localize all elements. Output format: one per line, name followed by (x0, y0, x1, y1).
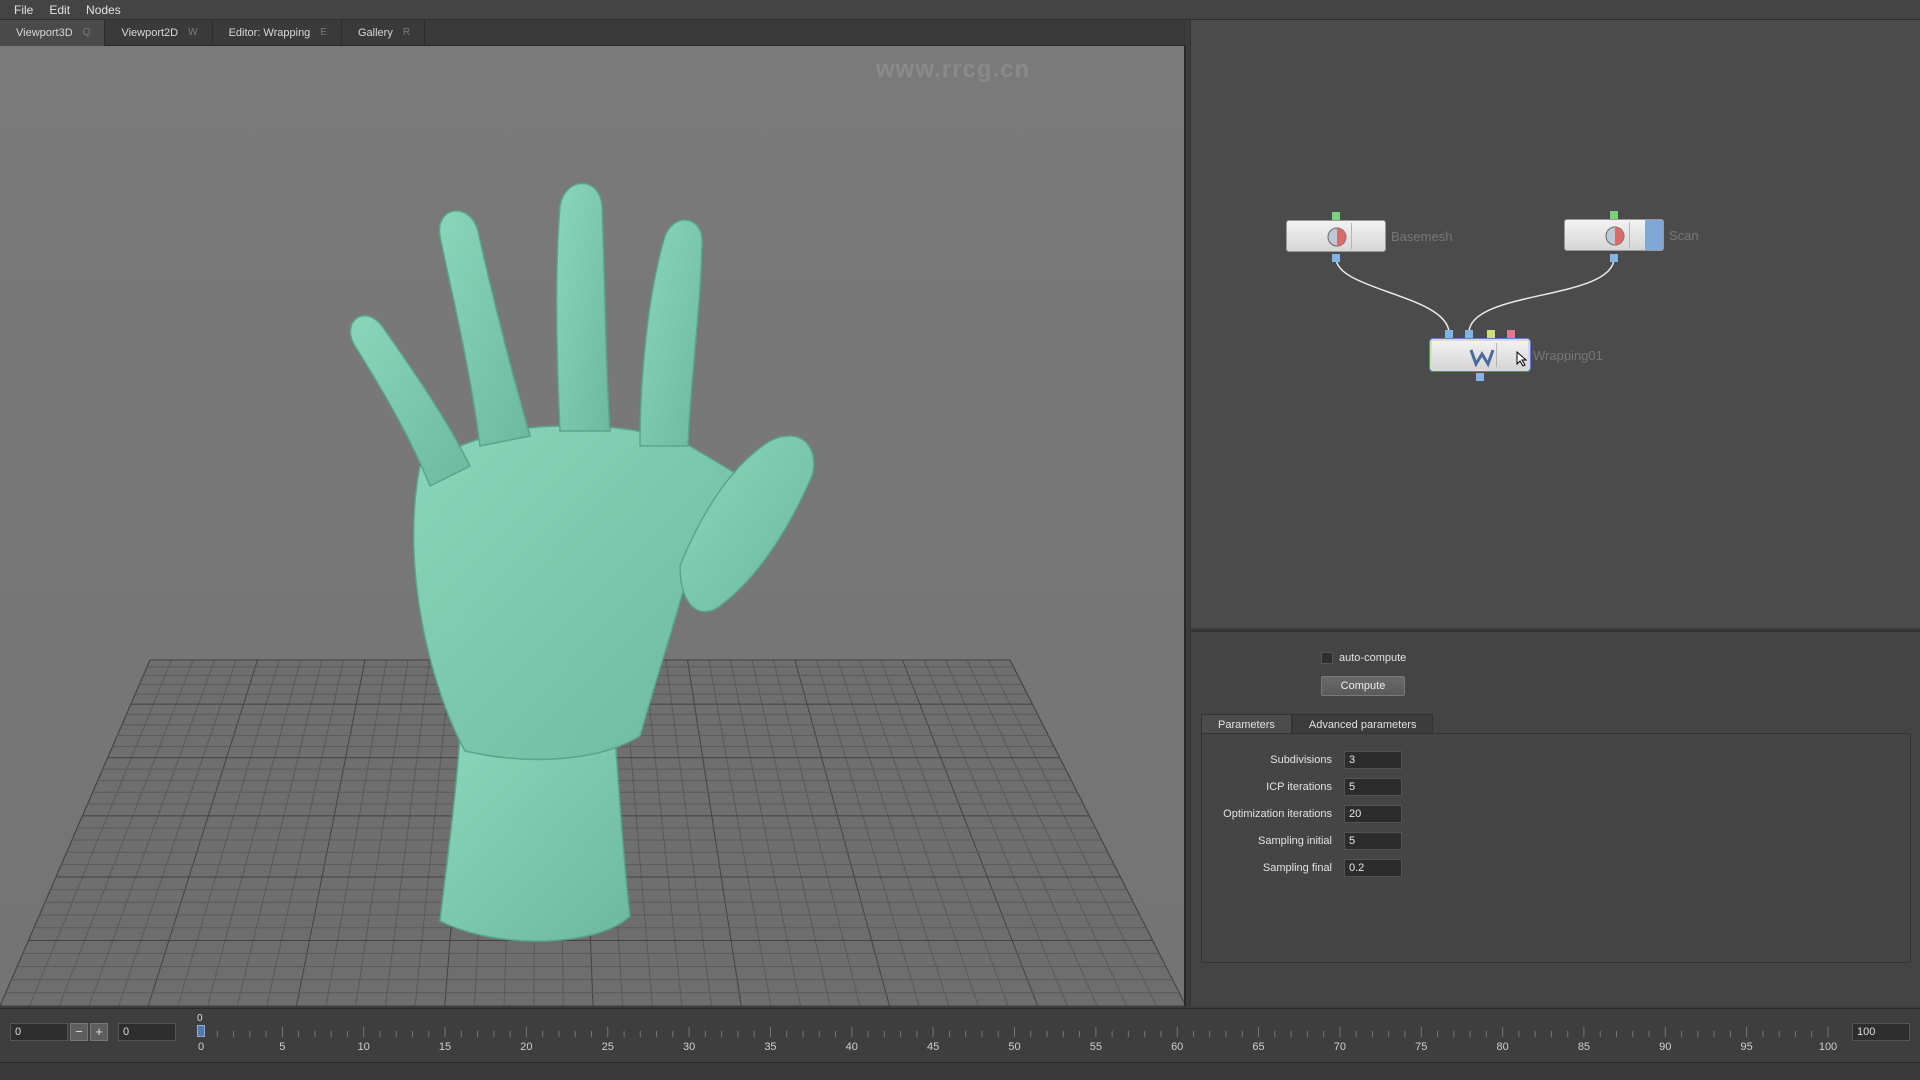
auto-compute-label: auto-compute (1339, 652, 1407, 664)
tab-hotkey: E (320, 27, 327, 38)
timeline-decrement-button[interactable]: − (70, 1023, 88, 1041)
timeline-start-field[interactable]: 0 (10, 1023, 68, 1041)
timeline-increment-button[interactable]: + (90, 1023, 108, 1041)
timeline-current-field[interactable]: 0 (118, 1023, 176, 1041)
tick-label: 70 (1333, 1041, 1347, 1053)
visibility-toggle[interactable] (1645, 220, 1663, 250)
basemesh-label: Basemesh (1391, 229, 1453, 244)
tab-hotkey: Q (82, 27, 91, 38)
param-tabs: Parameters Advanced parameters (1201, 714, 1434, 734)
param-row-optimization-iterations: Optimization iterations 20 (1202, 805, 1402, 823)
param-label: Sampling initial (1258, 835, 1332, 847)
menu-nodes[interactable]: Nodes (78, 0, 129, 20)
tab-viewport3d[interactable]: Viewport3D Q (0, 20, 106, 46)
tick-label: 85 (1577, 1041, 1591, 1053)
sampling-initial-field[interactable]: 5 (1344, 832, 1402, 850)
tick-label: 100 (1818, 1041, 1838, 1053)
auto-compute-checkbox[interactable] (1321, 652, 1333, 664)
menu-file[interactable]: File (6, 0, 41, 20)
timeline-end-field[interactable]: 100 (1852, 1023, 1910, 1041)
tick-label: 95 (1740, 1041, 1753, 1053)
node-connections (1335, 257, 1615, 333)
geometry-icon (1605, 226, 1625, 246)
wrapping-output-port[interactable] (1476, 373, 1484, 381)
tab-parameters[interactable]: Parameters (1201, 714, 1292, 734)
tick-label: 15 (438, 1041, 452, 1053)
sampling-final-field[interactable]: 0.2 (1344, 859, 1402, 877)
tick-label: 30 (682, 1041, 696, 1053)
param-label: ICP iterations (1266, 781, 1332, 793)
scan-output-port[interactable] (1610, 254, 1618, 262)
basemesh-output-port[interactable] (1332, 254, 1340, 262)
compute-button[interactable]: Compute (1321, 676, 1405, 696)
param-row-sampling-initial: Sampling initial 5 (1202, 832, 1402, 850)
tab-label: Viewport2D (121, 27, 179, 39)
param-row-sampling-final: Sampling final 0.2 (1202, 859, 1402, 877)
tick-label: 45 (927, 1041, 940, 1053)
wrapping-input-points[interactable] (1487, 330, 1495, 338)
scan-node[interactable] (1564, 219, 1664, 251)
menu-edit[interactable]: Edit (41, 0, 78, 20)
tab-hotkey: R (402, 27, 411, 38)
tick-label: 50 (1008, 1041, 1021, 1053)
tab-editor-wrapping[interactable]: Editor: Wrapping E (213, 20, 342, 46)
scan-input-port[interactable] (1610, 211, 1618, 219)
tick-label: 5 (279, 1041, 286, 1053)
wrap-icon (1469, 349, 1495, 368)
icp-iterations-field[interactable]: 5 (1344, 778, 1402, 796)
param-label: Optimization iterations (1223, 808, 1332, 820)
tab-hotkey: W (188, 27, 198, 38)
tick-label: 90 (1659, 1041, 1672, 1053)
subdivisions-field[interactable]: 3 (1344, 751, 1402, 769)
auto-compute-row[interactable]: auto-compute (1321, 652, 1406, 664)
tab-label: Gallery (357, 27, 393, 39)
menu-bar: File Edit Nodes (0, 0, 1920, 20)
tab-gallery[interactable]: Gallery R (342, 20, 426, 46)
basemesh-node[interactable] (1286, 220, 1386, 252)
wrapping-node[interactable] (1430, 339, 1530, 371)
status-bar (0, 1062, 1920, 1080)
wrapping-input-polygons[interactable] (1507, 330, 1515, 338)
optimization-iterations-field[interactable]: 20 (1344, 805, 1402, 823)
wrapping-input-target[interactable] (1465, 330, 1473, 338)
tick-label: 40 (845, 1041, 858, 1053)
tick-label: 75 (1415, 1041, 1428, 1053)
param-label: Subdivisions (1270, 754, 1332, 766)
scan-label: Scan (1669, 228, 1699, 243)
tick-label: 65 (1252, 1041, 1265, 1053)
viewport-scene (0, 182, 1184, 1006)
node-graph-editor[interactable]: Basemesh Scan Wrapping01 (1190, 20, 1920, 628)
timeline: 0 − + 0 0 0 5 10 15 20 25 30 35 40 45 50 55 60 65 70 75… (0, 1008, 1920, 1062)
param-row-icp-iterations: ICP iterations 5 (1202, 778, 1402, 796)
param-row-subdivisions: Subdivisions 3 (1202, 751, 1402, 769)
tab-viewport2d[interactable]: Viewport2D W (105, 20, 213, 46)
tick-label: 35 (764, 1041, 777, 1053)
viewport-3d[interactable]: www.rrcg.cn (0, 46, 1186, 1006)
watermark-url: www.rrcg.cn (876, 56, 1031, 83)
wrapping-label: Wrapping01 (1533, 348, 1603, 363)
tick-label: 60 (1171, 1041, 1184, 1053)
tick-label: 80 (1496, 1041, 1509, 1053)
tab-label: Editor: Wrapping (228, 27, 311, 39)
tick-label: 20 (520, 1041, 533, 1053)
tick-label: 25 (601, 1041, 614, 1053)
wrapping-input-floating[interactable] (1445, 330, 1453, 338)
tab-label: Viewport3D (16, 27, 73, 39)
cursor-arrow-icon (1516, 351, 1528, 367)
geometry-icon (1327, 227, 1347, 247)
parameters-box: Subdivisions 3 ICP iterations 5 Optimiza… (1201, 733, 1911, 963)
basemesh-input-port[interactable] (1332, 212, 1340, 220)
tick-label: 55 (1089, 1041, 1102, 1053)
tab-advanced-parameters[interactable]: Advanced parameters (1291, 714, 1434, 734)
view-tabs: Viewport3D Q Viewport2D W Editor: Wrappi… (0, 20, 1186, 46)
tick-label: 0 (197, 1041, 205, 1053)
param-label: Sampling final (1262, 862, 1332, 874)
properties-panel: auto-compute Compute Parameters Advanced… (1190, 630, 1920, 1006)
tick-label: 10 (357, 1041, 370, 1053)
